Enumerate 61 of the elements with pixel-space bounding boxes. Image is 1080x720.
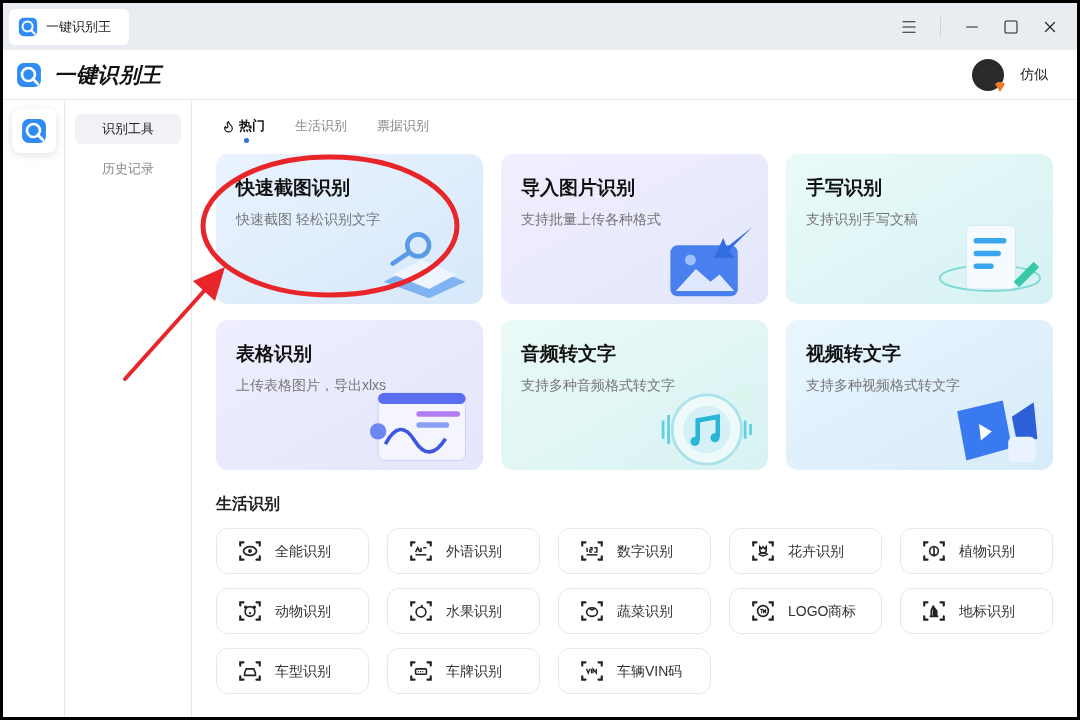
tool-button[interactable]: 车牌识别 [387, 648, 540, 694]
badge-icon [994, 80, 1006, 93]
category-tab[interactable]: 生活识别 [295, 116, 347, 144]
animal-face-scan-icon [237, 598, 263, 624]
avatar[interactable] [972, 58, 1004, 91]
card-title: 手写识别 [806, 176, 883, 200]
tool-button[interactable]: 外语识别 [387, 528, 540, 574]
feature-card[interactable]: 快速截图识别 快速截图 轻松识别文字 [216, 154, 483, 304]
tool-button[interactable]: 车辆VIN码 [558, 648, 711, 694]
card-title: 表格识别 [236, 342, 313, 366]
tool-button[interactable]: 数字识别 [558, 528, 711, 574]
tool-button[interactable]: 全能识别 [216, 528, 369, 574]
app-tile-logo-icon [20, 118, 47, 144]
nav-item[interactable]: 历史记录 [75, 154, 181, 184]
card-subtitle: 支持批量上传各种格式 [521, 209, 661, 229]
tool-button[interactable]: LOGO商标 [729, 588, 882, 634]
brand-name: 一键识别王 [54, 61, 162, 88]
tomato-scan-icon [579, 598, 605, 624]
plate-scan-icon [408, 658, 434, 684]
car-scan-icon [237, 658, 263, 684]
letters-scan-icon [408, 538, 434, 564]
card-subtitle: 快速截图 轻松识别文字 [236, 209, 380, 229]
card-title: 快速截图识别 [236, 176, 351, 200]
app-logo-icon [18, 16, 38, 37]
category-tab[interactable]: 热门 [222, 116, 265, 144]
user-name: 仿似 [1020, 65, 1048, 84]
eye-scan-icon [237, 538, 263, 564]
feature-card[interactable]: 音频转文字 支持多种音频格式转文字 [501, 320, 768, 470]
section-title: 生活识别 [216, 494, 281, 514]
card-subtitle: 支持多种视频格式转文字 [806, 375, 960, 395]
brand-logo-icon [16, 61, 42, 88]
flower-scan-icon [750, 538, 776, 564]
card-subtitle: 支持多种音频格式转文字 [521, 375, 675, 395]
trademark-scan-icon [750, 598, 776, 624]
tool-button[interactable]: 植物识别 [900, 528, 1053, 574]
card-subtitle: 上传表格图片，导出xlxs [236, 375, 387, 395]
building-scan-icon [921, 598, 947, 624]
window-tab[interactable]: 一键识别王 [9, 8, 129, 45]
tool-button[interactable]: 水果识别 [387, 588, 540, 634]
nav-item[interactable]: 识别工具 [75, 114, 181, 144]
card-title: 音频转文字 [521, 342, 617, 366]
feature-card[interactable]: 视频转文字 支持多种视频格式转文字 [786, 320, 1053, 470]
tool-button[interactable]: 动物识别 [216, 588, 369, 634]
maximize-icon[interactable] [1003, 18, 1019, 35]
digits-scan-icon [579, 538, 605, 564]
card-title: 视频转文字 [806, 342, 902, 366]
card-title: 导入图片识别 [521, 176, 636, 200]
tool-button[interactable]: 车型识别 [216, 648, 369, 694]
feature-card[interactable]: 导入图片识别 支持批量上传各种格式 [501, 154, 768, 304]
card-subtitle: 支持识别手写文稿 [806, 209, 918, 229]
tool-button[interactable]: 蔬菜识别 [558, 588, 711, 634]
tool-button[interactable]: 花卉识别 [729, 528, 882, 574]
feature-card[interactable]: 表格识别 上传表格图片，导出xlxs [216, 320, 483, 470]
app-tile[interactable] [11, 109, 56, 153]
code-scan-icon [579, 658, 605, 684]
apple-scan-icon [408, 598, 434, 624]
category-tab[interactable]: 票据识别 [377, 116, 429, 144]
window-title: 一键识别王 [46, 17, 111, 36]
feature-card[interactable]: 手写识别 支持识别手写文稿 [786, 154, 1053, 304]
flame-icon [222, 119, 235, 133]
tool-button[interactable]: 地标识别 [900, 588, 1053, 634]
